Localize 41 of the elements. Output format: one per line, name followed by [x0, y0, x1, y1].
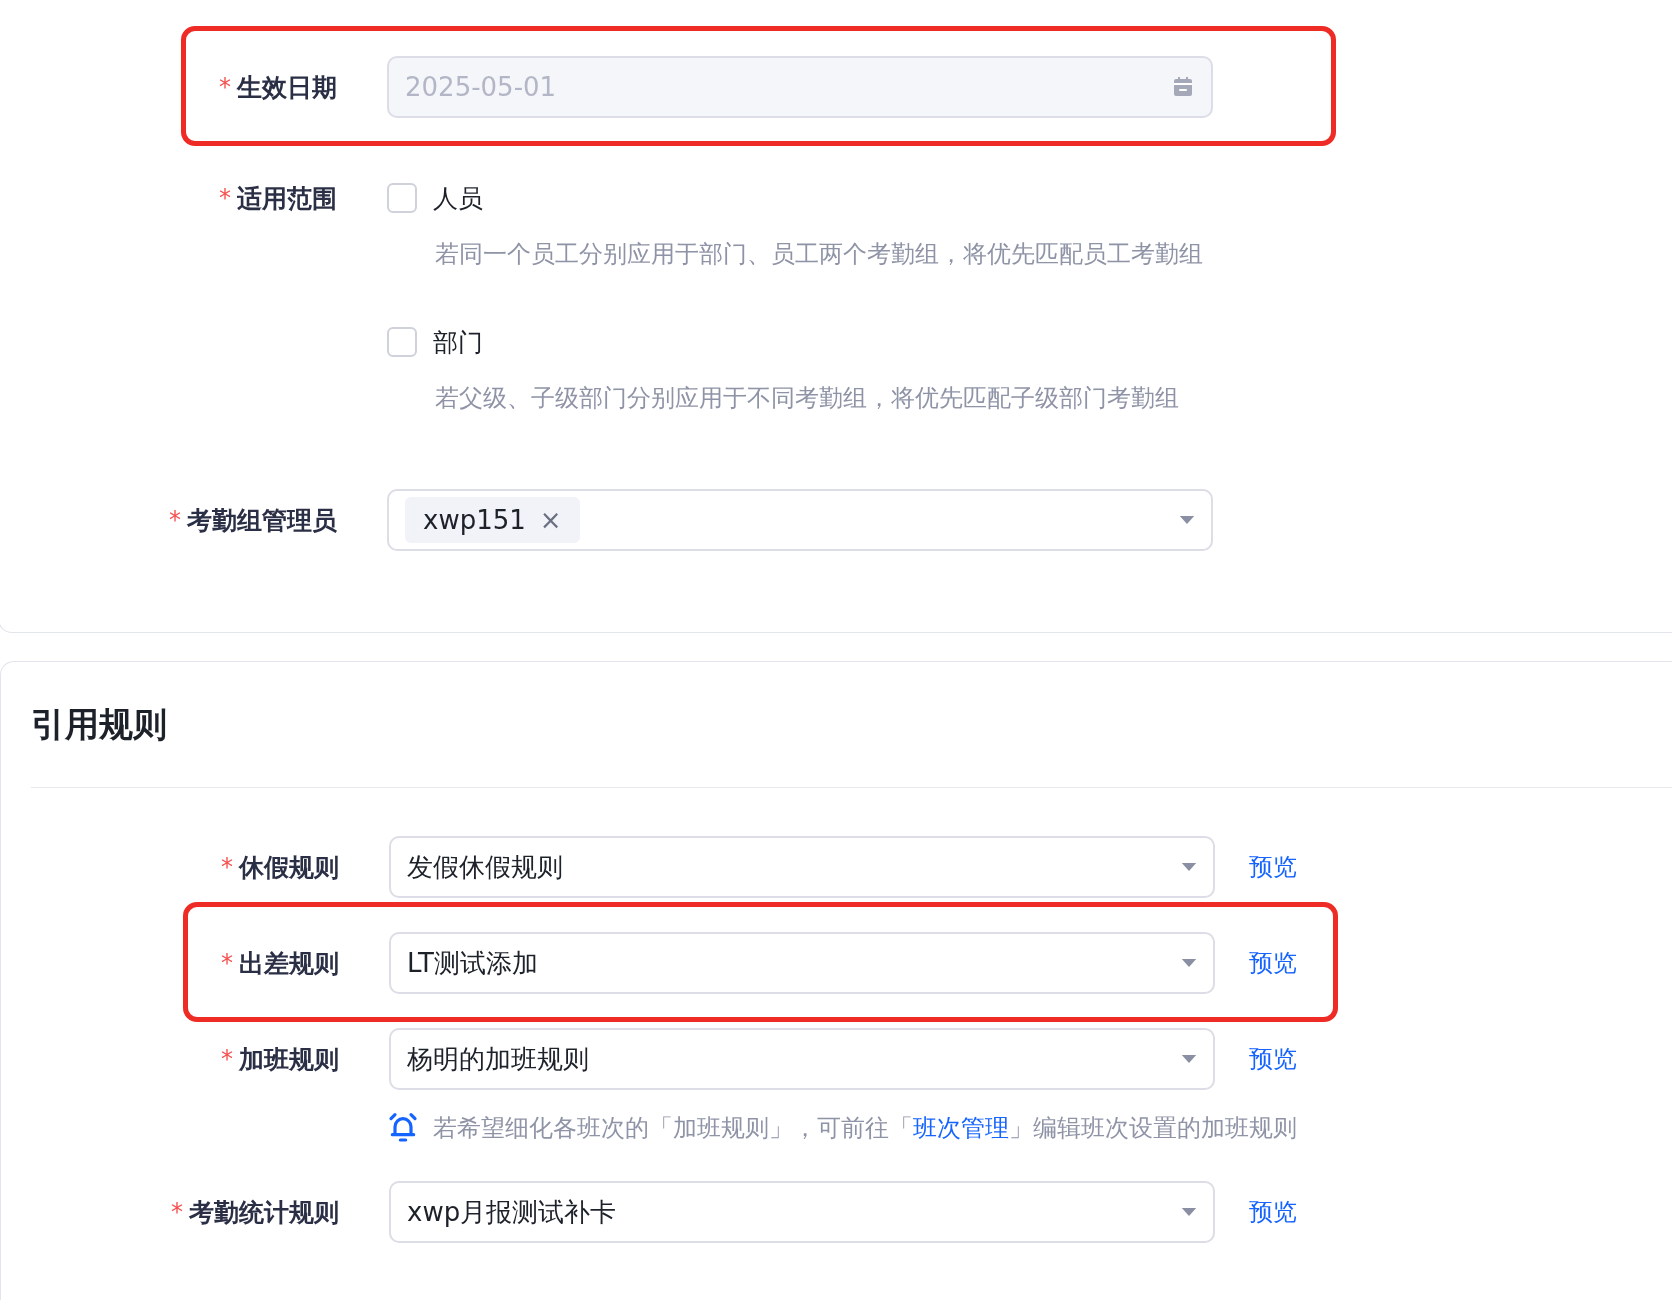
caret-icon [1181, 1054, 1197, 1064]
select-field[interactable]: 杨明的加班规则 [389, 1028, 1215, 1090]
required-asterisk: * [221, 949, 233, 977]
alarm-bell-icon [387, 1112, 419, 1144]
multi-select-field[interactable]: xwp151 × [387, 489, 1213, 551]
shift-management-link[interactable]: 班次管理 [913, 1114, 1009, 1142]
preview-link[interactable]: 预览 [1249, 1196, 1297, 1228]
calendar-icon [1171, 75, 1195, 99]
hint-text: 若父级、子级部门分别应用于不同考勤组，将优先匹配子级部门考勤组 [435, 384, 1180, 412]
select-field[interactable]: LT测试添加 [389, 932, 1215, 994]
hint-text: 若同一个员工分别应用于部门、员工两个考勤组，将优先匹配员工考勤组 [435, 240, 1203, 268]
checkbox[interactable] [387, 327, 417, 357]
caret-icon [1181, 862, 1197, 872]
required-asterisk: * [171, 1198, 183, 1226]
notice-text: 若希望细化各班次的「加班规则」，可前往「班次管理」编辑班次设置的加班规则 [433, 1113, 1297, 1144]
caret-icon [1181, 1207, 1197, 1217]
field-label: 考勤组管理员 [187, 504, 337, 537]
checkbox-label[interactable]: 部门 [433, 325, 483, 359]
preview-link[interactable]: 预览 [1249, 851, 1297, 883]
field-label: 加班规则 [239, 1043, 339, 1076]
checkbox-label[interactable]: 人员 [433, 181, 483, 215]
required-asterisk: * [219, 73, 231, 101]
caret-icon [1181, 958, 1197, 968]
select-field[interactable]: 发假休假规则 [389, 836, 1215, 898]
field-label: 休假规则 [239, 851, 339, 884]
caret-icon [1179, 515, 1195, 525]
preview-link[interactable]: 预览 [1249, 1043, 1297, 1075]
field-label: 出差规则 [239, 947, 339, 980]
required-asterisk: * [169, 506, 181, 534]
tag-remove-button[interactable]: × [539, 505, 562, 535]
field-label: 生效日期 [237, 71, 337, 104]
required-asterisk: * [221, 1045, 233, 1073]
preview-link[interactable]: 预览 [1249, 947, 1297, 979]
required-asterisk: * [221, 853, 233, 881]
select-field[interactable]: xwp月报测试补卡 [389, 1181, 1215, 1243]
tag-text: xwp151 [423, 505, 526, 535]
field-label: 适用范围 [237, 182, 337, 215]
field-label: 考勤统计规则 [189, 1196, 339, 1229]
required-asterisk: * [219, 184, 231, 212]
checkbox[interactable] [387, 183, 417, 213]
section-title: 引用规则 [30, 704, 168, 744]
